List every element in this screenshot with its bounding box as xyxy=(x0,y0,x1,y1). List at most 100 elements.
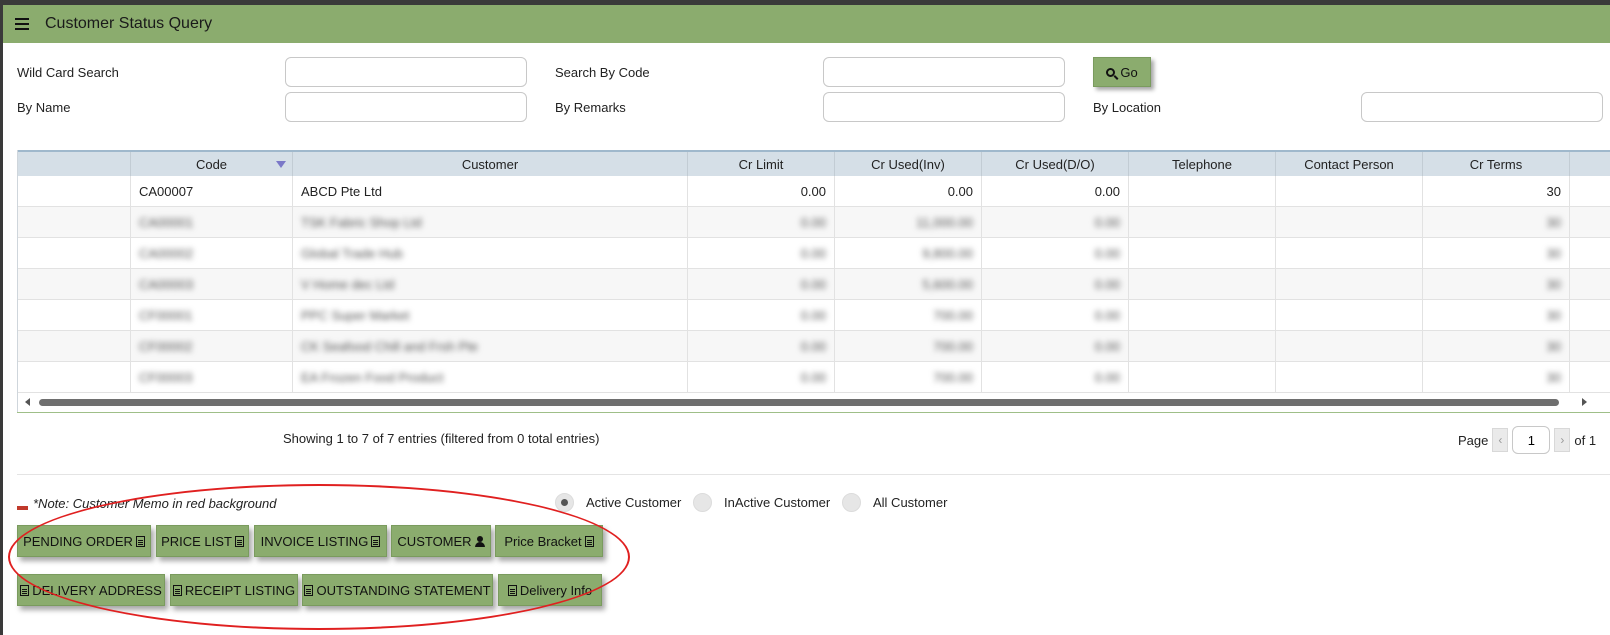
hamburger-icon[interactable] xyxy=(15,18,29,30)
radio-button[interactable] xyxy=(693,493,712,512)
by-remarks-input[interactable] xyxy=(823,92,1065,122)
customer-button[interactable]: CUSTOMER xyxy=(391,525,491,557)
wild-card-search-label: Wild Card Search xyxy=(17,65,119,80)
cell-value: CK Seafood Chill and Frsh Pte xyxy=(301,338,479,354)
cell-value: 0.00 xyxy=(800,214,826,230)
table-cell: 30 xyxy=(1423,362,1570,392)
table-row[interactable]: CA00007 ABCD Pte Ltd 0.00 0.00 0.00 30 xyxy=(18,176,1610,207)
cell-value: 30 xyxy=(1546,369,1561,385)
delivery-address-button[interactable]: DELIVERY ADDRESS xyxy=(17,574,165,606)
radio-button[interactable] xyxy=(842,493,861,512)
invoice-listing-label: INVOICE LISTING xyxy=(260,533,369,549)
cell-value: 30 xyxy=(1546,307,1561,323)
table-cell: CA00007 xyxy=(131,176,293,206)
chevron-right-icon[interactable]: › xyxy=(1554,428,1571,452)
by-name-input[interactable] xyxy=(285,92,527,122)
chevron-left-icon[interactable]: ‹ xyxy=(1492,428,1509,452)
cell-value: 0.00 xyxy=(947,183,973,199)
table-cell xyxy=(1129,362,1276,392)
column-header-contact-person[interactable]: Contact Person xyxy=(1276,152,1423,176)
cell-value: 0.00 xyxy=(800,183,826,199)
pending-order-button[interactable]: PENDING ORDER xyxy=(17,525,151,557)
table-cell: 9,800.00 xyxy=(835,238,982,268)
go-button[interactable]: Go xyxy=(1093,57,1151,87)
column-header-telephone[interactable]: Telephone xyxy=(1129,152,1276,176)
memo-color-swatch xyxy=(17,506,28,510)
table-cell: 30 xyxy=(1423,269,1570,299)
cell-value: TSK Fabric Shop Ltd xyxy=(301,214,422,230)
page-label: Page xyxy=(1458,432,1489,448)
column-header-cr-limit[interactable]: Cr Limit xyxy=(688,152,835,176)
horizontal-scrollbar[interactable] xyxy=(17,397,1587,407)
table-cell xyxy=(1129,300,1276,330)
wild-card-search-input[interactable] xyxy=(285,57,527,87)
table-cell xyxy=(1129,207,1276,237)
document-icon xyxy=(507,584,517,596)
table-row[interactable]: CA00002 Global Trade Hub 0.00 9,800.00 0.00 3… xyxy=(18,238,1610,269)
column-header-customer[interactable]: Customer xyxy=(293,152,688,176)
page-title: Customer Status Query xyxy=(45,15,213,32)
column-header-cr-used-do[interactable]: Cr Used(D/O) xyxy=(982,152,1129,176)
column-header-select[interactable] xyxy=(18,152,131,176)
table-row[interactable]: CF00002 CK Seafood Chill and Frsh Pte 0.00… xyxy=(18,331,1610,362)
table-cell: PPC Super Market xyxy=(293,300,688,330)
table-cell xyxy=(18,176,131,206)
by-location-input[interactable] xyxy=(1361,92,1603,122)
table-cell xyxy=(1276,300,1423,330)
table-row[interactable]: CF00001 PPC Super Market 0.00 700.00 0.00 30 xyxy=(18,300,1610,331)
scrollbar-thumb[interactable] xyxy=(39,399,1559,406)
outstanding-statement-label: OUTSTANDING STATEMENT xyxy=(316,582,491,598)
table-cell: 30 xyxy=(1423,176,1570,206)
table-cell: 30 xyxy=(1423,331,1570,361)
cell-value: 9,800.00 xyxy=(922,245,973,261)
cell-value: CF00001 xyxy=(139,307,193,323)
cell-value: CF00003 xyxy=(139,369,193,385)
delivery-info-label: Delivery Info xyxy=(519,582,593,598)
table-cell: 30 xyxy=(1423,207,1570,237)
table-row[interactable]: CA00003 V Home dec Ltd 0.00 5,600.00 0.00 30 xyxy=(18,269,1610,300)
radio-all-customer[interactable]: All Customer xyxy=(842,493,947,512)
table-row[interactable]: CA00001 TSK Fabric Shop Ltd 0.00 11,000.00 0… xyxy=(18,207,1610,238)
table-cell: CA00001 xyxy=(131,207,293,237)
column-header-cr-used-inv[interactable]: Cr Used(Inv) xyxy=(835,152,982,176)
table-row[interactable]: CF00003 EA Frozen Food Product 0.00 700.00 0… xyxy=(18,362,1610,393)
table-cell: 0.00 xyxy=(982,269,1129,299)
radio-active-customer[interactable]: Active Customer xyxy=(555,493,681,512)
pending-order-label: PENDING ORDER xyxy=(23,533,133,549)
table-cell: CF00003 xyxy=(131,362,293,392)
customer-label: CUSTOMER xyxy=(397,533,472,549)
person-icon xyxy=(474,535,485,547)
search-by-code-input[interactable] xyxy=(823,57,1065,87)
delivery-info-button[interactable]: Delivery Info xyxy=(498,574,602,606)
table-cell: 30 xyxy=(1423,300,1570,330)
table-cell xyxy=(18,331,131,361)
table-cell xyxy=(1276,176,1423,206)
table-cell: 0.00 xyxy=(688,238,835,268)
price-bracket-button[interactable]: Price Bracket xyxy=(495,525,603,557)
cell-value: CA00001 xyxy=(139,214,194,230)
scroll-left-icon[interactable] xyxy=(25,398,30,406)
document-icon xyxy=(371,535,381,547)
outstanding-statement-button[interactable]: OUTSTANDING STATEMENT xyxy=(302,574,493,606)
radio-inactive-customer[interactable]: InActive Customer xyxy=(693,493,830,512)
cell-value: 5,600.00 xyxy=(922,276,973,292)
column-header-code[interactable]: Code xyxy=(131,152,293,176)
page-number-input[interactable] xyxy=(1512,426,1551,454)
cell-value: 30 xyxy=(1546,214,1561,230)
table-cell xyxy=(1276,269,1423,299)
invoice-listing-button[interactable]: INVOICE LISTING xyxy=(254,525,387,557)
scroll-right-icon[interactable] xyxy=(1582,398,1587,406)
column-header-cr-terms[interactable]: Cr Terms xyxy=(1423,152,1570,176)
document-icon xyxy=(20,584,30,596)
radio-button[interactable] xyxy=(555,493,574,512)
table-cell: V Home dec Ltd xyxy=(293,269,688,299)
cell-value: CA00002 xyxy=(139,245,194,261)
receipt-listing-button[interactable]: RECEIPT LISTING xyxy=(170,574,298,606)
table-cell: 30 xyxy=(1423,238,1570,268)
price-list-button[interactable]: PRICE LIST xyxy=(156,525,249,557)
cell-value: PPC Super Market xyxy=(301,307,410,323)
cell-value: 0.00 xyxy=(800,307,826,323)
radio-label: Active Customer xyxy=(586,495,682,510)
cell-value: 0.00 xyxy=(1094,214,1120,230)
table-cell xyxy=(1276,207,1423,237)
